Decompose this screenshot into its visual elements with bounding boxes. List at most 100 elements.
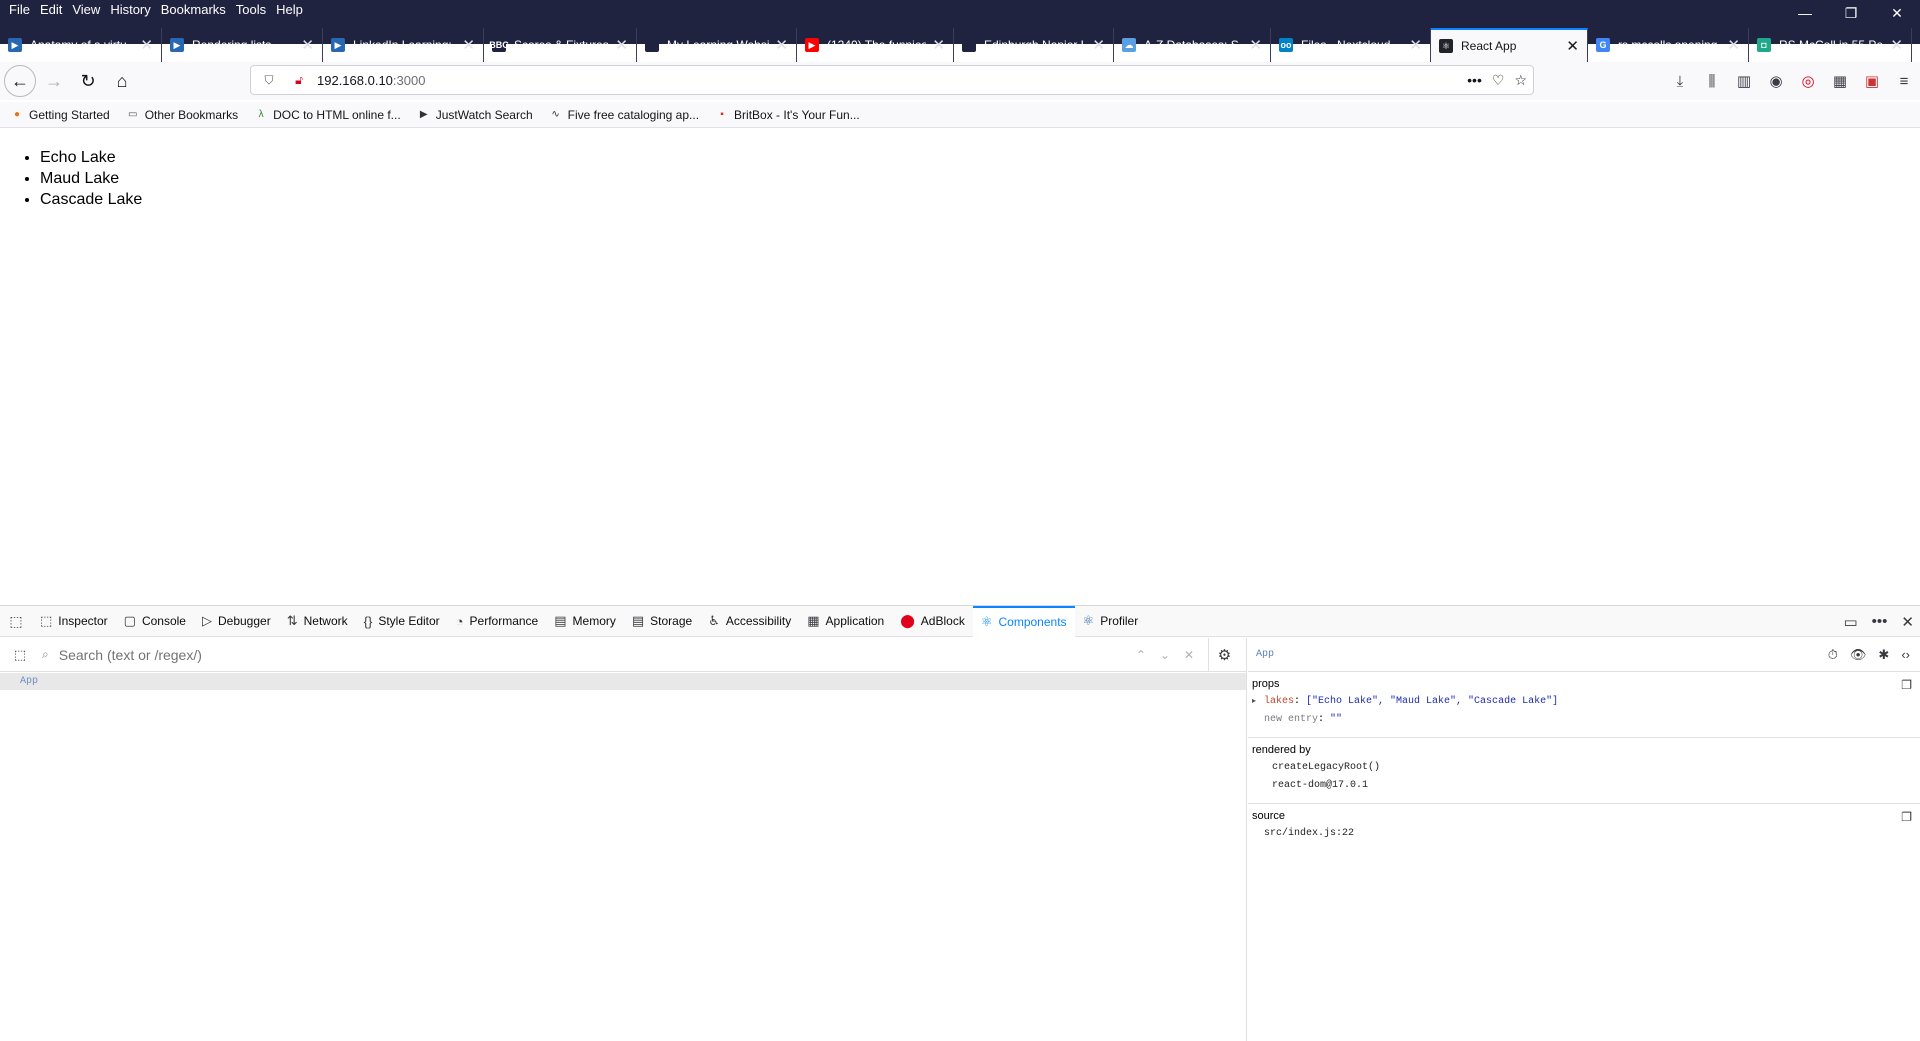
suspend-timer-icon[interactable]: ⏱: [1828, 647, 1838, 663]
prop-new-entry[interactable]: new entry: "": [1252, 711, 1916, 729]
browser-tab[interactable]: ◘ RS McColl in 55 Pe ✕: [1749, 28, 1912, 62]
menu-view[interactable]: View: [67, 0, 105, 20]
view-source-icon[interactable]: ‹›: [1901, 647, 1910, 663]
devtools-tab[interactable]: ▤ Storage: [624, 606, 700, 637]
close-tab-icon[interactable]: ✕: [932, 36, 945, 54]
opera-extension-icon[interactable]: ◎: [1792, 66, 1824, 96]
close-tab-icon[interactable]: ✕: [1249, 36, 1262, 54]
expand-arrow-icon[interactable]: ▸: [1252, 693, 1264, 711]
library-icon[interactable]: ⫼: [1696, 66, 1728, 96]
browser-tab[interactable]: ▶ Anatomy of a virtu ✕: [0, 28, 162, 62]
dock-options-icon[interactable]: ▭: [1843, 613, 1857, 631]
firefox-icon: ●: [13, 109, 21, 120]
browser-tab[interactable]: BBC Scores & Fixtures ✕: [484, 28, 637, 62]
sidebar-icon[interactable]: ▥: [1728, 66, 1760, 96]
browser-tab[interactable]: ⚛ React App ✕: [1431, 28, 1588, 62]
component-search-input[interactable]: [58, 646, 759, 663]
blank-page-icon: [962, 38, 976, 52]
browser-tab[interactable]: Edinburgh Napier Univ ✕: [954, 28, 1114, 62]
back-button[interactable]: ←: [4, 65, 36, 97]
component-tree-row-app[interactable]: App: [0, 673, 1246, 690]
hamburger-menu-icon[interactable]: ≡: [1888, 66, 1920, 96]
bookmark-item[interactable]: λ DOC to HTML online f...: [244, 108, 407, 122]
previous-result-icon[interactable]: ⌃: [1136, 648, 1146, 662]
extension-icon[interactable]: ▦: [1824, 66, 1856, 96]
tab-label: Anatomy of a virtu: [30, 38, 127, 52]
browser-tab[interactable]: oo Files - Nextcloud ✕: [1271, 28, 1431, 62]
devtools-tab[interactable]: ♿ Accessibility: [700, 606, 799, 637]
devtools-tab[interactable]: ▢ Console: [116, 606, 194, 637]
prop-value[interactable]: ["Echo Lake", "Maud Lake", "Cascade Lake…: [1306, 693, 1558, 711]
copy-source-icon[interactable]: ❐: [1901, 810, 1912, 824]
close-tab-icon[interactable]: ✕: [1890, 36, 1903, 54]
restore-button[interactable]: ❐: [1828, 0, 1874, 26]
inspect-dom-eye-icon[interactable]: 👁︎: [1850, 647, 1867, 663]
devtools-tab[interactable]: ⬚ Inspector: [32, 606, 116, 637]
bookmark-item[interactable]: ▶ JustWatch Search: [407, 108, 539, 122]
settings-gear-icon[interactable]: ⚙: [1208, 637, 1240, 672]
next-result-icon[interactable]: ⌄: [1160, 648, 1170, 662]
devtools-tab[interactable]: ⚛ Components: [972, 605, 1075, 637]
clear-search-icon[interactable]: ✕: [1184, 648, 1194, 662]
devtools-tab[interactable]: ◔ Performance: [448, 606, 547, 637]
menu-tools[interactable]: Tools: [231, 0, 271, 20]
devtools-tab[interactable]: ▦ Application: [799, 606, 892, 637]
prop-value[interactable]: "": [1330, 711, 1342, 729]
select-component-icon[interactable]: ⬚: [4, 647, 36, 663]
close-tab-icon[interactable]: ✕: [140, 36, 153, 54]
menu-file[interactable]: File: [4, 0, 35, 20]
log-bug-icon[interactable]: ✱: [1878, 647, 1889, 663]
url-text[interactable]: 192.168.0.10:3000: [317, 73, 425, 88]
more-options-icon[interactable]: •••: [1872, 613, 1888, 630]
close-tab-icon[interactable]: ✕: [1566, 37, 1579, 55]
devtools-tab[interactable]: ⬤ AdBlock: [892, 606, 973, 637]
close-tab-icon[interactable]: ✕: [1092, 36, 1105, 54]
prop-key[interactable]: new entry: [1264, 711, 1318, 729]
minimize-button[interactable]: —: [1782, 0, 1828, 26]
downloads-icon[interactable]: ⤓: [1664, 66, 1696, 96]
forward-button[interactable]: →: [38, 65, 70, 97]
browser-tab[interactable]: Grs mccolls opening ✕: [1588, 28, 1749, 62]
url-bar[interactable]: ⛉ 🔓︎ 192.168.0.10:3000 ••• ♡ ☆: [250, 65, 1534, 95]
react-devtools-extension-icon[interactable]: ▣: [1856, 66, 1888, 96]
devtools-tab[interactable]: ⇅ Network: [279, 606, 356, 637]
shield-icon[interactable]: ⛉: [257, 73, 281, 88]
bookmark-item[interactable]: ▪ BritBox - It's Your Fun...: [705, 108, 866, 122]
page-actions-icon[interactable]: •••: [1467, 72, 1482, 89]
devtools-tab[interactable]: ▤ Memory: [546, 606, 624, 637]
devtools-tab[interactable]: ⚛ Profiler: [1075, 606, 1147, 637]
bookmark-star-icon[interactable]: ☆: [1514, 72, 1527, 89]
prop-lakes[interactable]: ▸ lakes: ["Echo Lake", "Maud Lake", "Cas…: [1252, 693, 1916, 711]
reload-button[interactable]: ↻: [72, 65, 104, 97]
devtools-tab[interactable]: {} Style Editor: [356, 606, 448, 637]
element-picker-button[interactable]: ⬚: [0, 606, 32, 637]
close-devtools-icon[interactable]: ✕: [1901, 613, 1914, 631]
menu-history[interactable]: History: [105, 0, 155, 20]
close-tab-icon[interactable]: ✕: [775, 36, 788, 54]
source-file[interactable]: src/index.js:22: [1252, 825, 1916, 843]
close-window-button[interactable]: ✕: [1874, 0, 1920, 26]
close-tab-icon[interactable]: ✕: [462, 36, 475, 54]
menu-bookmarks[interactable]: Bookmarks: [156, 0, 231, 20]
menu-help[interactable]: Help: [271, 0, 308, 20]
copy-props-icon[interactable]: ❐: [1901, 678, 1912, 692]
browser-tab[interactable]: ▶ Rendering lists ✕: [162, 28, 323, 62]
insecure-lock-icon[interactable]: 🔓︎: [287, 73, 311, 88]
pocket-icon[interactable]: ♡: [1492, 72, 1505, 89]
close-tab-icon[interactable]: ✕: [1727, 36, 1740, 54]
bookmark-item[interactable]: ● Getting Started: [0, 108, 116, 122]
new-tab-button[interactable]: +: [1912, 28, 1920, 62]
browser-tab[interactable]: My Learning Website ✕: [637, 28, 797, 62]
menu-edit[interactable]: Edit: [35, 0, 67, 20]
browser-tab[interactable]: ▶ (1240) The funnies ✕: [797, 28, 954, 62]
close-tab-icon[interactable]: ✕: [301, 36, 314, 54]
browser-tab[interactable]: ☁ A-Z Databases: S ✕: [1114, 28, 1271, 62]
close-tab-icon[interactable]: ✕: [1409, 36, 1422, 54]
close-tab-icon[interactable]: ✕: [615, 36, 628, 54]
devtools-tab[interactable]: ▷ Debugger: [194, 606, 279, 637]
bookmark-item[interactable]: ∿ Five free cataloging ap...: [539, 108, 705, 122]
account-icon[interactable]: ◉: [1760, 66, 1792, 96]
bookmark-item[interactable]: ▭ Other Bookmarks: [116, 108, 244, 122]
home-button[interactable]: ⌂: [106, 65, 138, 97]
browser-tab[interactable]: ▶ LinkedIn Learning: ✕: [323, 28, 484, 62]
